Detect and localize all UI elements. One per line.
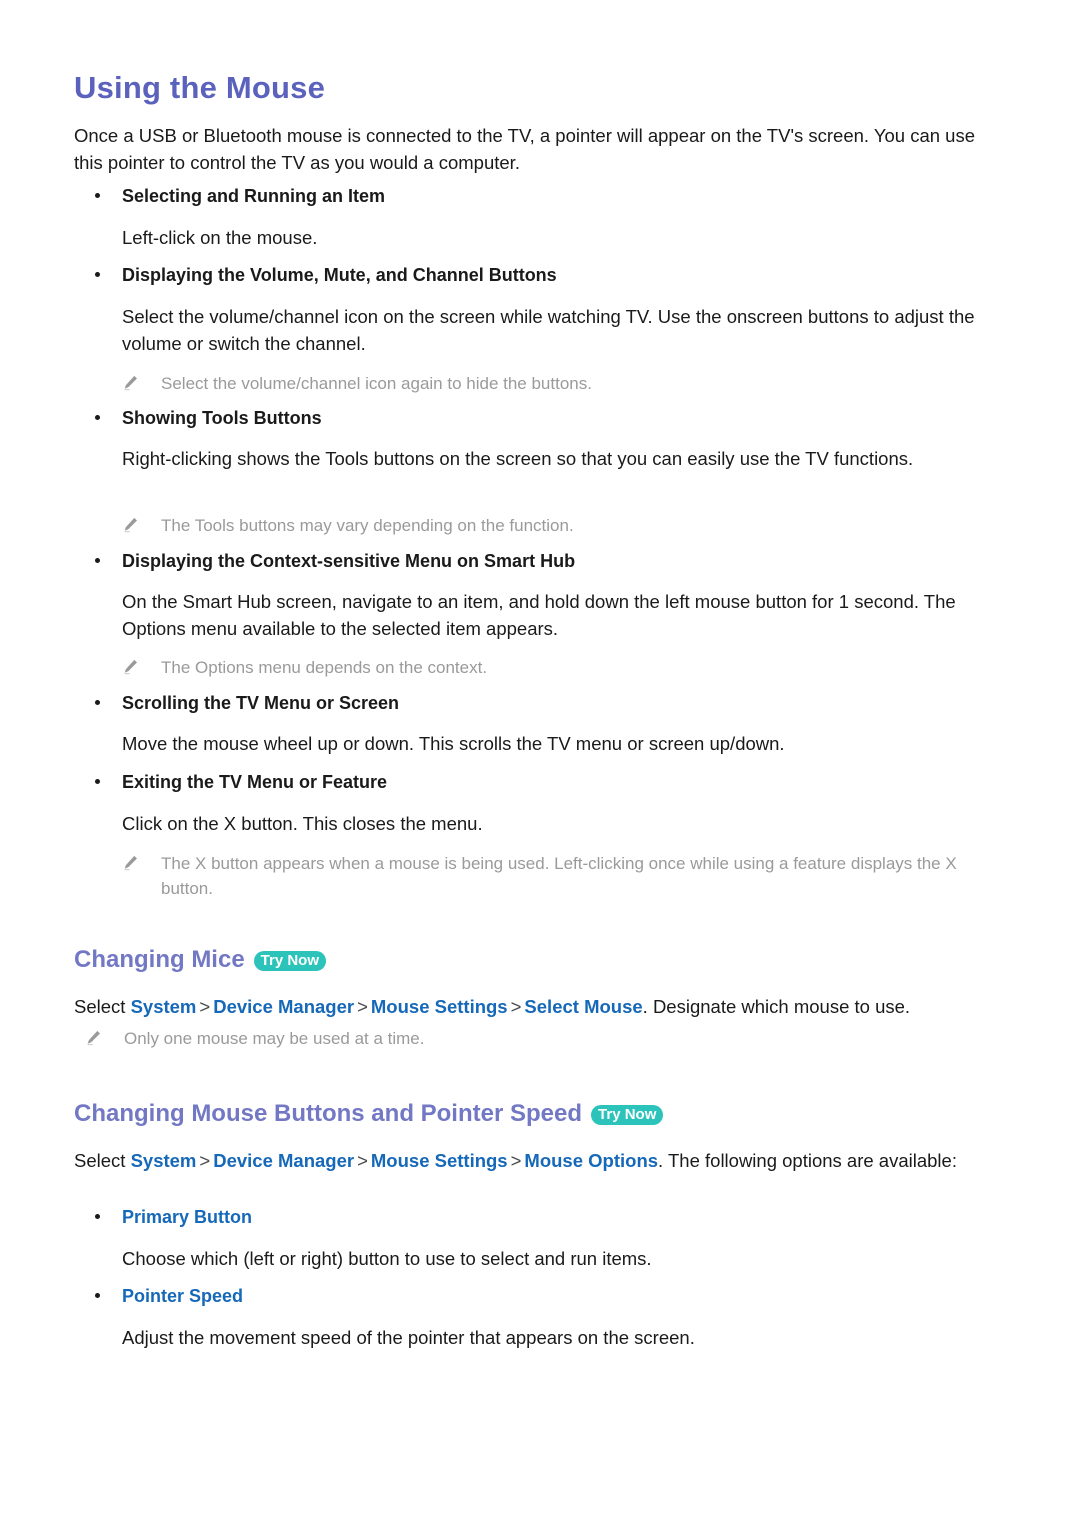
path-suffix: . Designate which mouse to use. (642, 996, 911, 1017)
list-item-body: Adjust the movement speed of the pointer… (122, 1327, 695, 1348)
bullet-dot-icon (95, 272, 100, 277)
list-item-body: Left-click on the mouse. (122, 227, 318, 248)
note-text: The Tools buttons may vary depending on … (161, 516, 574, 535)
bullet-dot-icon (95, 1214, 100, 1219)
list-item: Displaying the Volume, Mute, and Channel… (95, 265, 557, 286)
pencil-icon (122, 853, 139, 873)
list-item-body: Choose which (left or right) button to u… (122, 1248, 652, 1269)
list-item-label: Displaying the Volume, Mute, and Channel… (122, 265, 557, 285)
menu-path-changing-mice: Select System > Device Manager > Mouse Setti… (74, 993, 1004, 1020)
menu-path-mouse-options: Select System > Device Manager > Mouse Setti… (74, 1147, 964, 1174)
note: Select the volume/channel icon again to … (122, 371, 992, 396)
list-item-label: Exiting the TV Menu or Feature (122, 772, 388, 792)
pencil-icon (122, 373, 139, 393)
bullet-dot-icon (95, 193, 100, 198)
list-item: Displaying the Context-sensitive Menu on… (95, 551, 575, 572)
section-heading-label: Changing Mice (74, 946, 245, 973)
list-item-label[interactable]: Primary Button (122, 1207, 252, 1228)
section-heading-label: Changing Mouse Buttons and Pointer Speed (74, 1100, 583, 1127)
path-link-mouse-settings[interactable]: Mouse Settings (371, 996, 508, 1017)
list-item-primary-button: Primary Button (95, 1207, 252, 1228)
list-item-body: Select the volume/channel icon on the sc… (122, 306, 975, 354)
list-item-label: Selecting and Running an Item (122, 186, 386, 206)
path-separator: > (510, 1150, 522, 1171)
intro-paragraph: Once a USB or Bluetooth mouse is connect… (74, 125, 975, 173)
section-heading-changing-mice: Changing Mice Try Now (74, 946, 327, 974)
path-separator: > (199, 996, 211, 1017)
note-text: The Options menu depends on the context. (161, 658, 488, 677)
list-item-label: Showing Tools Buttons (122, 408, 322, 428)
list-item: Exiting the TV Menu or Feature (95, 772, 387, 793)
path-link-system[interactable]: System (131, 996, 197, 1017)
list-item-label: Displaying the Context-sensitive Menu on… (122, 551, 576, 571)
list-item-body: On the Smart Hub screen, navigate to an … (122, 591, 956, 639)
list-item: Scrolling the TV Menu or Screen (95, 693, 399, 714)
note-text: Only one mouse may be used at a time. (124, 1029, 425, 1048)
list-item-body: Right-clicking shows the Tools buttons o… (122, 448, 914, 469)
path-separator: > (357, 1150, 368, 1171)
path-prefix: Select (74, 1150, 126, 1171)
pencil-icon (122, 515, 139, 535)
note-text: Select the volume/channel icon again to … (161, 374, 592, 393)
list-item-body: Click on the X button. This closes the m… (122, 813, 483, 834)
note-text: The X button appears when a mouse is bei… (161, 854, 957, 898)
section-heading-mouse-options: Changing Mouse Buttons and Pointer Speed… (74, 1100, 664, 1128)
bullet-dot-icon (95, 700, 100, 705)
note: The Options menu depends on the context. (122, 655, 992, 680)
path-separator: > (510, 996, 522, 1017)
path-prefix: Select (74, 996, 126, 1017)
path-link-mouse-options[interactable]: Mouse Options (524, 1150, 658, 1171)
list-item-label: Scrolling the TV Menu or Screen (122, 693, 400, 713)
bullet-dot-icon (95, 415, 100, 420)
path-link-select-mouse[interactable]: Select Mouse (524, 996, 642, 1017)
note: Only one mouse may be used at a time. (85, 1026, 955, 1051)
path-link-mouse-settings[interactable]: Mouse Settings (371, 1150, 508, 1171)
note: The Tools buttons may vary depending on … (122, 513, 992, 538)
path-link-device-manager[interactable]: Device Manager (213, 996, 354, 1017)
pencil-icon (122, 657, 139, 677)
page-title: Using the Mouse (74, 70, 326, 105)
path-separator: > (357, 996, 368, 1017)
bullet-dot-icon (95, 779, 100, 784)
bullet-dot-icon (95, 1293, 100, 1298)
try-now-badge[interactable]: Try Now (253, 951, 327, 971)
pencil-icon (85, 1028, 102, 1048)
list-item: Selecting and Running an Item (95, 186, 385, 207)
list-item-label[interactable]: Pointer Speed (122, 1286, 243, 1307)
list-item-body: Move the mouse wheel up or down. This sc… (122, 733, 785, 754)
path-separator: > (199, 1150, 211, 1171)
try-now-badge[interactable]: Try Now (591, 1105, 664, 1125)
path-suffix: . The following options are available: (658, 1150, 957, 1171)
path-link-device-manager[interactable]: Device Manager (213, 1150, 354, 1171)
document-page: Using the Mouse Once a USB or Bluetooth … (0, 0, 1080, 1527)
bullet-dot-icon (95, 558, 100, 563)
path-link-system[interactable]: System (131, 1150, 197, 1171)
list-item: Showing Tools Buttons (95, 408, 322, 429)
note: The X button appears when a mouse is bei… (122, 851, 992, 901)
list-item-pointer-speed: Pointer Speed (95, 1286, 243, 1307)
